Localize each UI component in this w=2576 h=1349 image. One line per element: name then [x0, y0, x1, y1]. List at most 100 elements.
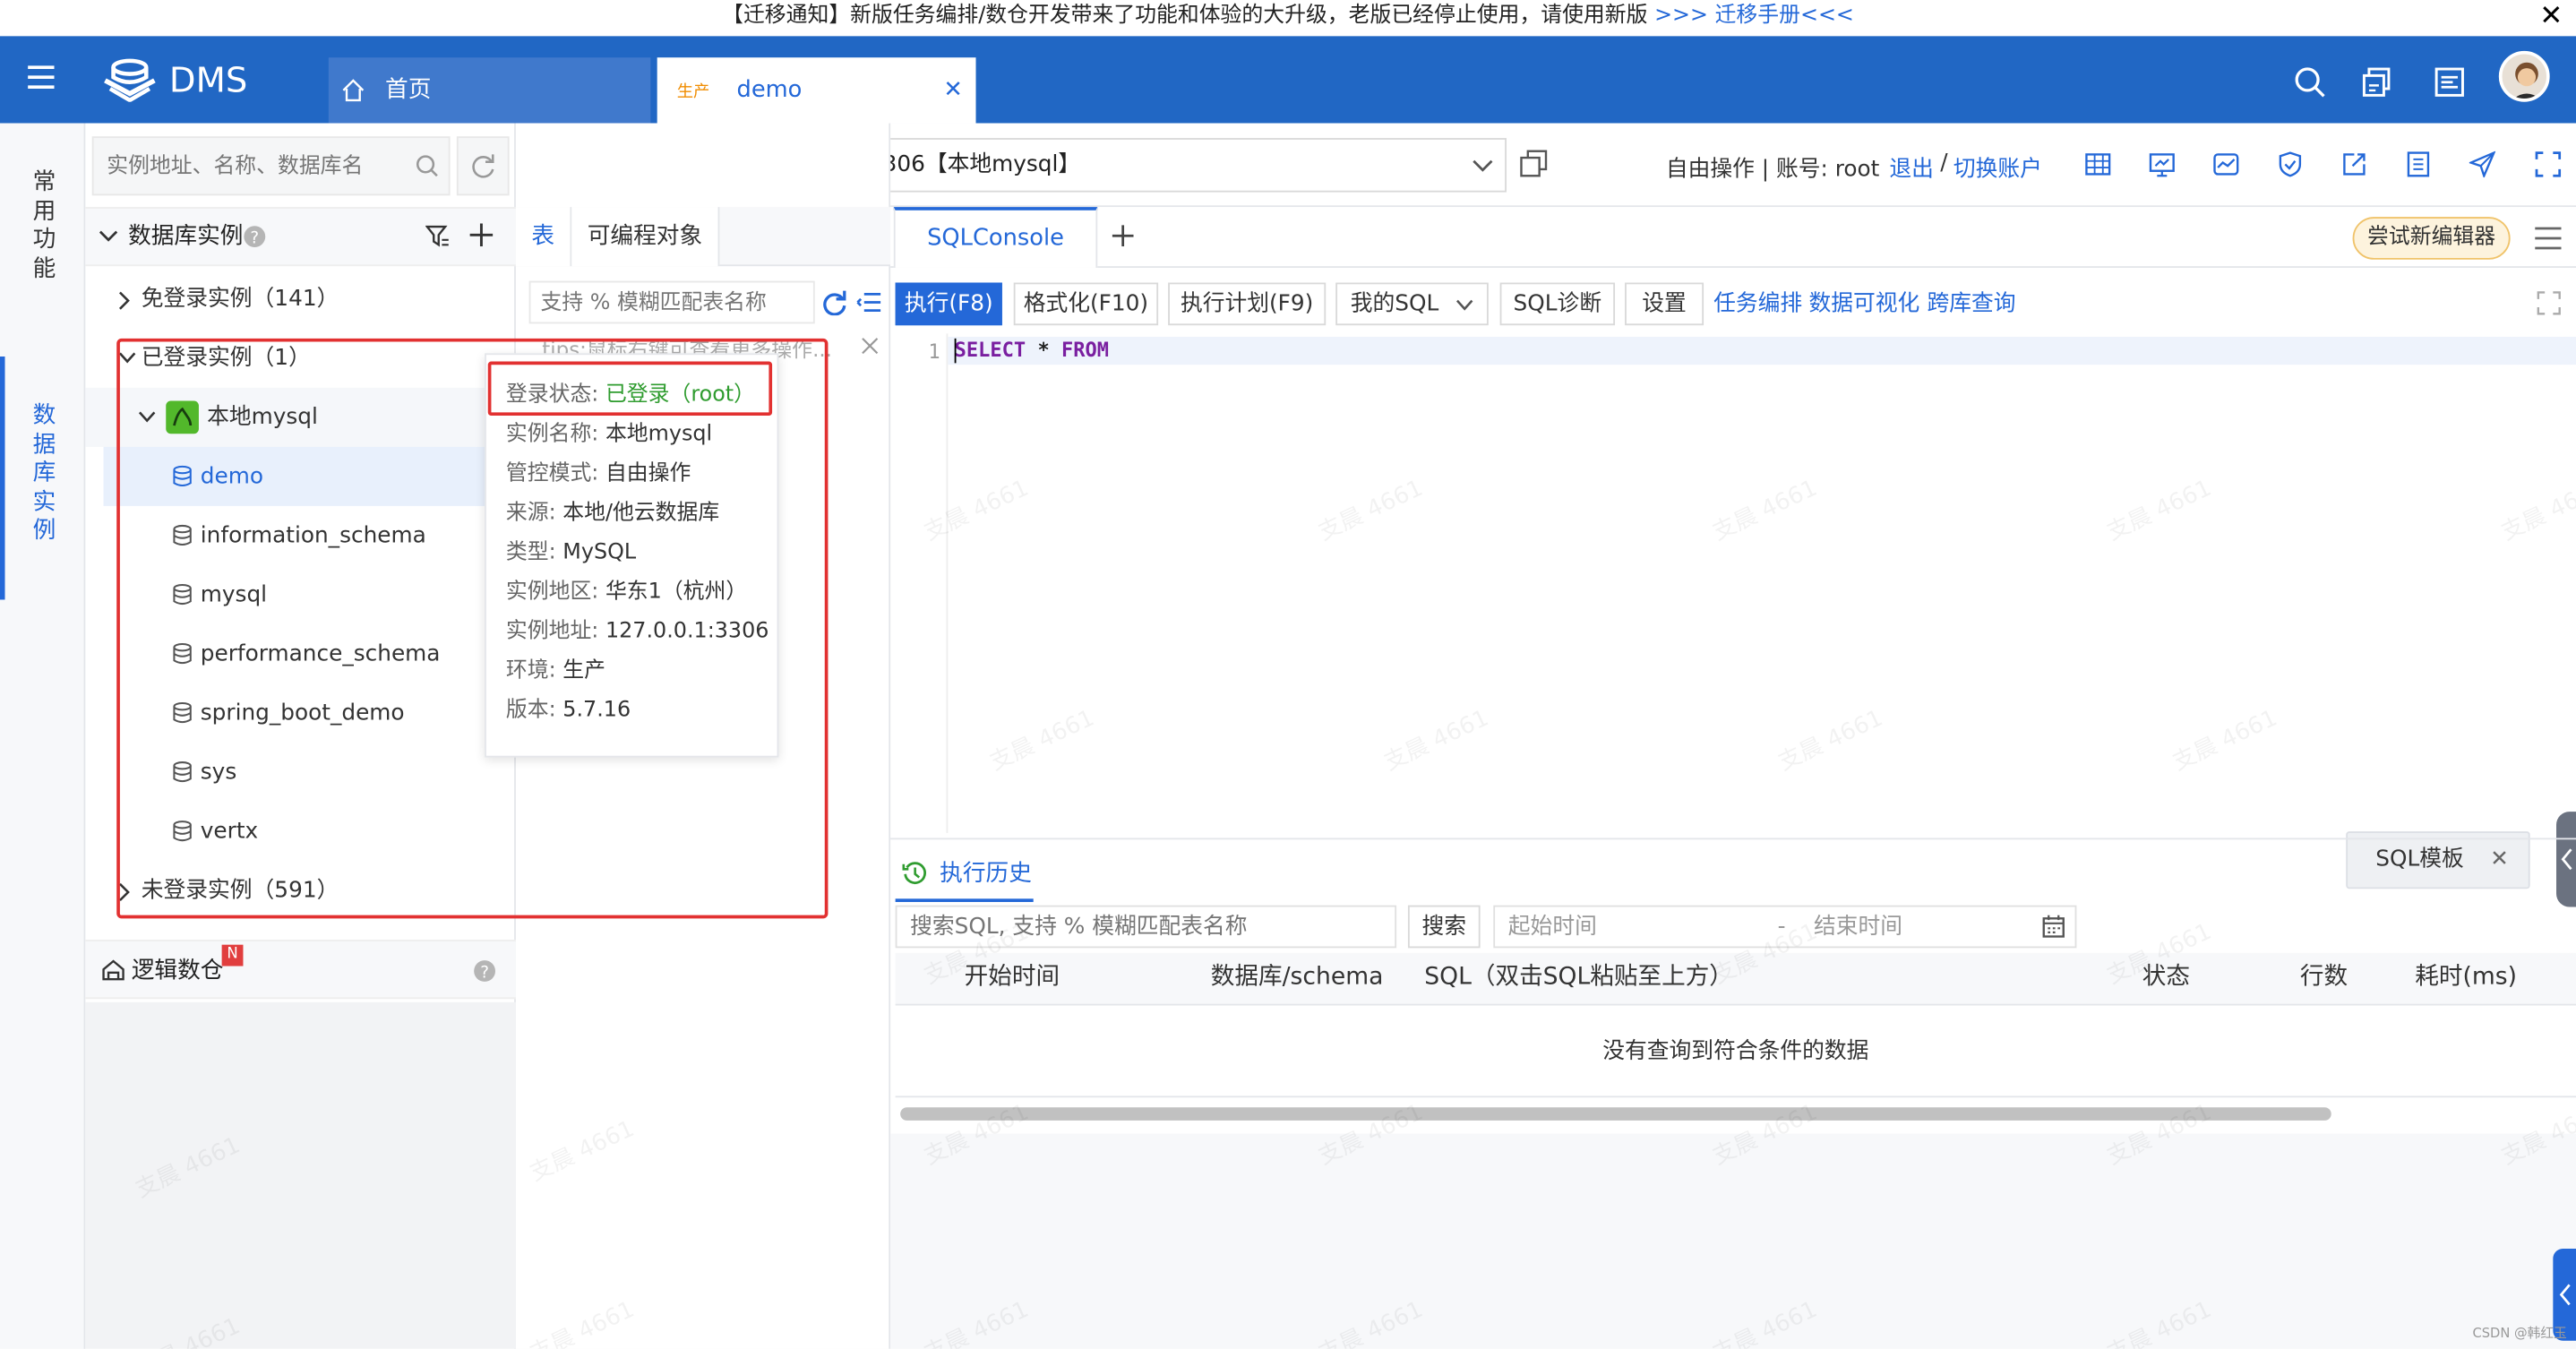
tree-search-icon[interactable] [416, 154, 439, 177]
copy-icon[interactable] [1520, 150, 1548, 177]
workspace-icon[interactable] [2361, 65, 2394, 99]
execution-plan-button[interactable]: 执行计划(F9) [1168, 282, 1327, 326]
end-time-placeholder: 结束时间 [1813, 913, 1903, 941]
watermark-text: 支晨 4661 [985, 705, 1099, 777]
tree-header: 数据库实例 ? [85, 207, 516, 267]
sql-diagnosis-button[interactable]: SQL诊断 [1499, 282, 1616, 326]
tab-demo[interactable]: 生产 demo ✕ [657, 57, 976, 124]
text-cursor [954, 338, 957, 364]
tree-search-input[interactable] [93, 138, 398, 194]
watermark-text: 支晨 4661 [1708, 475, 1822, 546]
editor-tabbar: SQLConsole 尝试新编辑器 [890, 207, 2576, 268]
table-filter-input[interactable] [530, 282, 811, 322]
nav-db-instances[interactable]: 数据库实例 [26, 402, 62, 546]
settings-button[interactable]: 设置 [1625, 282, 1704, 326]
search-icon[interactable] [2294, 65, 2327, 99]
start-time-placeholder: 起始时间 [1507, 913, 1597, 941]
chevron-right-icon [118, 291, 132, 311]
calendar-icon[interactable] [2042, 915, 2065, 939]
history-blank-area [890, 1133, 2576, 1349]
add-icon[interactable] [469, 223, 494, 247]
date-range-picker[interactable]: 起始时间 - 结束时间 [1493, 905, 2077, 949]
tab-home-label: 首页 [385, 77, 432, 104]
horizontal-scrollbar[interactable] [900, 1107, 2331, 1121]
document-icon[interactable] [2405, 151, 2431, 177]
task-list-icon[interactable] [2433, 65, 2466, 99]
run-button[interactable]: 执行(F8) [895, 282, 1002, 326]
tab-programmable-objects[interactable]: 可编程对象 [571, 207, 720, 267]
history-search-input[interactable] [897, 906, 1390, 947]
hamburger-menu-icon[interactable] [2535, 227, 2562, 250]
history-tab[interactable]: 执行历史 [895, 849, 1034, 902]
export-icon[interactable] [2341, 151, 2367, 177]
mid-tabs: 表 可编程对象 [515, 207, 891, 267]
refresh-icon[interactable] [821, 289, 847, 316]
active-line [948, 337, 2576, 365]
format-button[interactable]: 格式化(F10) [1013, 282, 1159, 326]
tree-refresh-button[interactable] [456, 136, 510, 196]
security-shield-icon[interactable] [2277, 151, 2303, 177]
monitor-icon[interactable] [2149, 151, 2175, 177]
expand-icon[interactable] [2537, 291, 2562, 316]
try-new-editor-button[interactable]: 尝试新编辑器 [2352, 217, 2511, 260]
tab-home[interactable]: 首页 [328, 57, 651, 124]
menu-icon[interactable] [26, 64, 56, 90]
help-icon[interactable]: ? [243, 225, 266, 248]
sql-template-panel[interactable]: SQL模板 ✕ [2346, 831, 2530, 889]
mode-account-text: 自由操作 | 账号: root [1665, 156, 1880, 183]
left-nav: 常用功能 数据库实例 [0, 123, 86, 1349]
close-icon[interactable] [861, 337, 879, 355]
app-name: DMS [168, 60, 248, 100]
tree-group-no-login[interactable]: 免登录实例（141） [85, 270, 516, 329]
watermark-text: 支晨 4661 [1314, 475, 1428, 546]
send-icon[interactable] [2469, 150, 2496, 178]
help-icon[interactable]: ? [473, 959, 496, 983]
history-icon [902, 861, 927, 886]
cross-db-query-link[interactable]: 跨库查询 [1928, 282, 2016, 325]
table-filter-box[interactable] [528, 280, 815, 324]
nav-active-indicator [0, 357, 5, 600]
fullscreen-icon[interactable] [2535, 151, 2562, 177]
migration-notice-bar: 【迁移通知】新版任务编排/数仓开发带来了功能和体验的大升级，老版已经停止使用，请… [0, 0, 2576, 37]
notice-text: 【迁移通知】新版任务编排/数仓开发带来了功能和体验的大升级，老版已经停止使用，请… [722, 3, 1648, 29]
history-search-button[interactable]: 搜索 [1407, 905, 1481, 949]
table-icon[interactable] [2085, 151, 2111, 177]
nav-common-functions[interactable]: 常用功能 [26, 169, 62, 284]
notice-link[interactable]: >>> 迁移手册<<< [1654, 4, 1854, 29]
add-tab-icon[interactable] [1112, 225, 1134, 247]
task-orchestration-link[interactable]: 任务编排 [1713, 282, 1802, 325]
sql-template-label: SQL模板 [2375, 846, 2464, 872]
close-icon[interactable]: ✕ [2490, 833, 2509, 888]
chevron-down-icon[interactable] [99, 228, 118, 245]
line-number: 1 [928, 339, 940, 364]
switch-account-link[interactable]: 切换账户 [1953, 150, 2042, 182]
filter-icon[interactable] [425, 225, 451, 248]
side-drawer-handle[interactable] [2556, 812, 2576, 907]
svg-text:?: ? [480, 963, 489, 982]
svg-text:?: ? [250, 228, 259, 247]
logic-dw-section[interactable]: 逻辑数仓 N ? [85, 940, 516, 1000]
col-start-time: 开始时间 [964, 964, 1060, 992]
tree-search-box[interactable] [91, 136, 451, 196]
dms-logo-icon [102, 56, 158, 102]
my-sql-label: 我的SQL [1350, 290, 1439, 318]
performance-icon[interactable] [2213, 151, 2239, 177]
watermark-text: 支晨 4661 [2103, 475, 2216, 546]
tab-close-icon[interactable]: ✕ [943, 57, 963, 123]
tab-sqlconsole[interactable]: SQLConsole [893, 207, 1098, 268]
history-search-box[interactable] [895, 905, 1397, 949]
notice-close-button[interactable]: ✕ [2539, 0, 2563, 33]
highlight-box [487, 361, 773, 417]
chevron-down-icon [1472, 159, 1493, 173]
chevron-down-icon [1455, 299, 1473, 311]
tab-tables[interactable]: 表 [515, 207, 572, 267]
data-visualization-link[interactable]: 数据可视化 [1808, 282, 1919, 325]
empty-state: 没有查询到符合条件的数据 [895, 1006, 2576, 1098]
sql-editor[interactable]: SELECT * FROM [955, 337, 1109, 365]
list-toggle-icon[interactable] [856, 291, 882, 314]
logout-link[interactable]: 退出 [1889, 150, 1934, 182]
my-sql-dropdown[interactable]: 我的SQL [1335, 282, 1489, 326]
user-avatar[interactable] [2498, 50, 2550, 102]
warehouse-icon [102, 959, 125, 981]
tree-header-title: 数据库实例 [128, 223, 244, 250]
